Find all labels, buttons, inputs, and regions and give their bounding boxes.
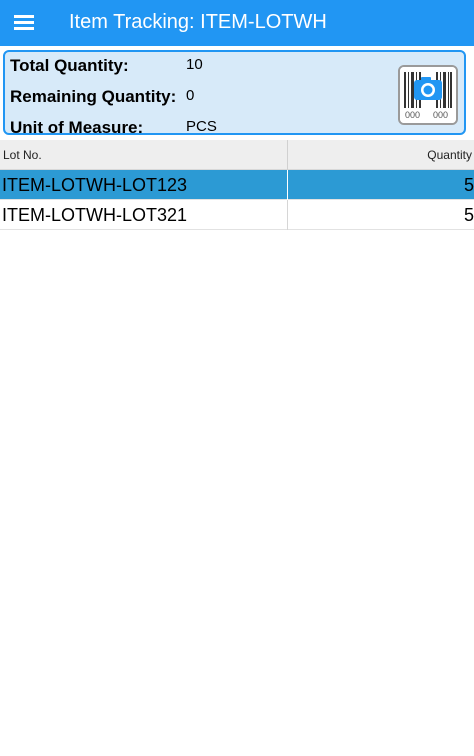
- table-row[interactable]: ITEM-LOTWH-LOT321 5: [0, 200, 474, 230]
- column-divider: [287, 170, 288, 200]
- total-quantity-value: 10: [186, 56, 203, 73]
- app-screen: Item Tracking: ITEM-LOTWH Total Quantity…: [0, 0, 474, 756]
- remaining-quantity-label: Remaining Quantity:: [10, 87, 177, 106]
- scan-icon-digits-left: 000: [405, 110, 420, 120]
- lot-number-cell: ITEM-LOTWH-LOT123: [2, 175, 188, 195]
- barcode-camera-icon: 000 000: [400, 67, 456, 123]
- scan-icon-digits-right: 000: [433, 110, 448, 120]
- column-header-quantity[interactable]: Quantity: [427, 148, 472, 162]
- column-divider: [287, 140, 288, 170]
- scan-barcode-button[interactable]: 000 000: [398, 65, 458, 125]
- column-divider: [287, 200, 288, 230]
- page-title: Item Tracking: ITEM-LOTWH: [69, 11, 327, 33]
- unit-of-measure-label: Unit of Measure:: [10, 118, 144, 137]
- table-row-selected[interactable]: ITEM-LOTWH-LOT123 5: [0, 170, 474, 200]
- item-info-panel: Total Quantity: 10 Remaining Quantity: 0…: [3, 50, 466, 137]
- quantity-cell: 5: [463, 175, 474, 195]
- grid-header: Lot No. Quantity: [0, 140, 474, 170]
- app-bar: Item Tracking: ITEM-LOTWH: [0, 0, 474, 46]
- column-header-lot-no[interactable]: Lot No.: [3, 148, 42, 162]
- remaining-quantity-row: Remaining Quantity: 0: [10, 87, 390, 115]
- total-quantity-row: Total Quantity: 10: [10, 56, 390, 84]
- hamburger-menu-icon[interactable]: [14, 12, 36, 32]
- total-quantity-label: Total Quantity:: [10, 56, 129, 75]
- lot-number-cell: ITEM-LOTWH-LOT321: [2, 205, 188, 225]
- quantity-cell: 5: [463, 205, 474, 225]
- unit-of-measure-value: PCS: [186, 118, 217, 135]
- remaining-quantity-value: 0: [186, 87, 195, 104]
